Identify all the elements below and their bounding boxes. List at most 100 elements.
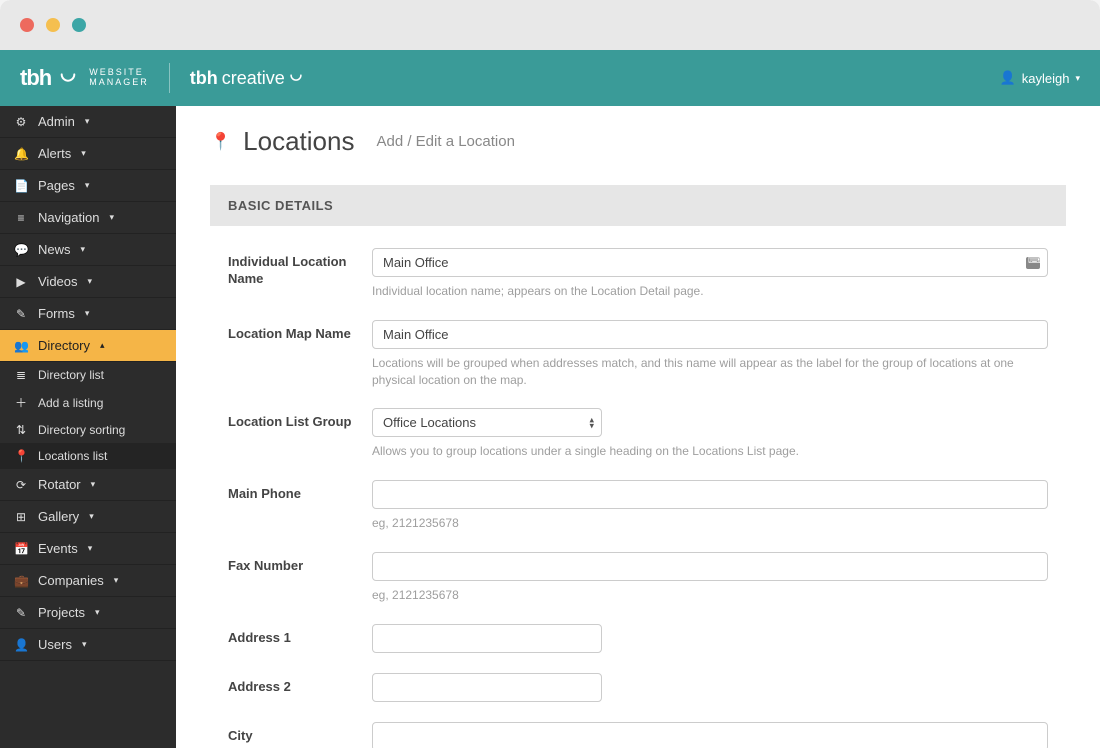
titlebar: [0, 0, 1100, 50]
sidebar-subitem-directory-sorting[interactable]: ⇅ Directory sorting: [0, 417, 176, 443]
row-fax-number: Fax Number eg, 2121235678: [228, 552, 1048, 604]
caret-down-icon: ▾: [91, 479, 96, 490]
sidebar-item-label: Admin: [38, 114, 75, 129]
main-content: 📍 Locations Add / Edit a Location BASIC …: [176, 106, 1100, 748]
sidebar-item-label: Events: [38, 541, 78, 556]
page-title: Locations: [243, 126, 354, 157]
user-icon: 👤: [1000, 70, 1016, 86]
caret-down-icon: ▾: [95, 607, 100, 618]
sidebar-subitem-label: Add a listing: [38, 396, 103, 410]
caret-down-icon: ▾: [81, 244, 86, 255]
label-city: City: [228, 722, 372, 748]
caret-down-icon: ▾: [88, 276, 93, 287]
sidebar-item-pages[interactable]: 📄Pages▾: [0, 170, 176, 202]
input-main-phone[interactable]: [372, 480, 1048, 509]
sidebar-item-label: Pages: [38, 178, 75, 193]
sidebar-subitem-label: Directory list: [38, 368, 104, 382]
sidebar-item-forms[interactable]: ✎Forms▾: [0, 298, 176, 330]
briefcase-icon: 💼: [14, 574, 28, 588]
page-header: 📍 Locations Add / Edit a Location: [176, 106, 1100, 185]
sidebar-item-label: Projects: [38, 605, 85, 620]
comment-icon: 💬: [14, 243, 28, 257]
caret-down-icon: ▾: [81, 148, 86, 159]
pencil-icon: ✎: [14, 606, 28, 620]
sort-icon: ⇅: [14, 423, 28, 437]
input-individual-location-name[interactable]: [372, 248, 1048, 277]
refresh-icon: ⟳: [14, 478, 28, 492]
brand2-light: creative: [222, 68, 285, 89]
smile-icon: [289, 71, 303, 85]
caret-down-icon: ▾: [89, 511, 94, 522]
sidebar-subitem-label: Directory sorting: [38, 423, 125, 437]
caret-down-icon: ▾: [114, 575, 119, 586]
logo-secondary[interactable]: tbhcreative: [190, 68, 303, 89]
label-address-1: Address 1: [228, 624, 372, 653]
caret-down-icon: ▾: [85, 308, 90, 319]
row-address-2: Address 2: [228, 673, 1048, 702]
input-address-1[interactable]: [372, 624, 602, 653]
help-location-map-name: Locations will be grouped when addresses…: [372, 355, 1048, 389]
sidebar-item-rotator[interactable]: ⟳Rotator▾: [0, 469, 176, 501]
list-icon: ≡: [14, 211, 28, 225]
input-address-2[interactable]: [372, 673, 602, 702]
sidebar-item-events[interactable]: 📅Events▾: [0, 533, 176, 565]
users-icon: 👥: [14, 339, 28, 353]
label-address-2: Address 2: [228, 673, 372, 702]
input-fax-number[interactable]: [372, 552, 1048, 581]
sidebar-item-label: Companies: [38, 573, 104, 588]
sidebar-item-admin[interactable]: ⚙Admin▾: [0, 106, 176, 138]
user-menu[interactable]: 👤 kayleigh ▾: [1000, 70, 1080, 86]
label-location-list-group: Location List Group: [228, 408, 372, 460]
header-divider: [169, 63, 170, 93]
caret-down-icon: ▾: [85, 116, 90, 127]
select-location-list-group[interactable]: Office Locations: [372, 408, 602, 437]
sidebar-item-projects[interactable]: ✎ Projects ▾: [0, 597, 176, 629]
help-individual-location-name: Individual location name; appears on the…: [372, 283, 1048, 300]
brand2-bold: tbh: [190, 68, 218, 89]
label-individual-location-name: Individual Location Name: [228, 248, 372, 300]
caret-down-icon: ▾: [85, 180, 90, 191]
sidebar-item-news[interactable]: 💬 News ▾: [0, 234, 176, 266]
sidebar-item-companies[interactable]: 💼 Companies ▾: [0, 565, 176, 597]
sidebar-subitem-add-a-listing[interactable]: ＋ Add a listing: [0, 388, 176, 417]
user-icon: 👤: [14, 638, 28, 652]
window-minimize-icon[interactable]: [46, 18, 60, 32]
sidebar-subitem-directory-list[interactable]: ≣ Directory list: [0, 362, 176, 388]
input-city[interactable]: [372, 722, 1048, 748]
app-window: tbh WEBSITE MANAGER tbhcreative 👤 kaylei…: [0, 0, 1100, 748]
user-name: kayleigh: [1022, 71, 1070, 86]
play-icon: ▶: [14, 275, 28, 289]
sidebar-subitem-locations-list[interactable]: 📍Locations list: [0, 443, 176, 469]
sidebar-item-users[interactable]: 👤Users▾: [0, 629, 176, 661]
sidebar-item-navigation[interactable]: ≡Navigation▾: [0, 202, 176, 234]
plus-icon: ＋: [14, 394, 28, 411]
grid-icon: ⊞: [14, 510, 28, 524]
calendar-icon: 📅: [14, 542, 28, 556]
list-icon: ≣: [14, 368, 28, 382]
top-header: tbh WEBSITE MANAGER tbhcreative 👤 kaylei…: [0, 50, 1100, 106]
label-main-phone: Main Phone: [228, 480, 372, 532]
help-location-list-group: Allows you to group locations under a si…: [372, 443, 1048, 460]
window-close-icon[interactable]: [20, 18, 34, 32]
pin-icon: 📍: [14, 449, 28, 463]
sidebar-item-label: Videos: [38, 274, 78, 289]
sidebar-item-gallery[interactable]: ⊞ Gallery ▾: [0, 501, 176, 533]
row-city: City: [228, 722, 1048, 748]
sidebar-item-videos[interactable]: ▶ Videos ▾: [0, 266, 176, 298]
window-zoom-icon[interactable]: [72, 18, 86, 32]
sidebar-item-directory[interactable]: 👥Directory▴: [0, 330, 176, 362]
row-location-list-group: Location List Group Office Locations ▴▾ …: [228, 408, 1048, 460]
pin-icon: 📍: [210, 132, 231, 152]
label-location-map-name: Location Map Name: [228, 320, 372, 389]
sidebar-item-alerts[interactable]: 🔔Alerts▾: [0, 138, 176, 170]
page-subtitle: Add / Edit a Location: [376, 133, 514, 150]
logo-text: tbh: [20, 65, 51, 90]
input-location-map-name[interactable]: [372, 320, 1048, 349]
help-main-phone: eg, 2121235678: [372, 515, 1048, 532]
logo-primary[interactable]: tbh WEBSITE MANAGER: [20, 65, 149, 91]
chevron-down-icon: ▾: [1075, 73, 1080, 84]
row-individual-location-name: Individual Location Name Individual loca…: [228, 248, 1048, 300]
sidebar-item-label: Gallery: [38, 509, 79, 524]
basic-details-panel: BASIC DETAILS Individual Location Name I…: [210, 185, 1066, 748]
sidebar-item-label: News: [38, 242, 71, 257]
